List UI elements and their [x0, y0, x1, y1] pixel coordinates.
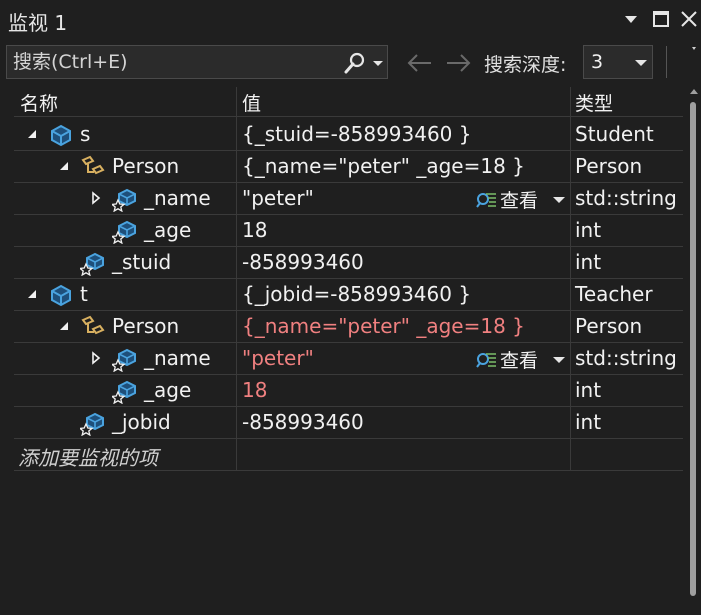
search-box[interactable] [6, 45, 388, 79]
watch-type: Person [575, 154, 643, 178]
protected-field-icon [112, 188, 136, 212]
watch-row[interactable]: _age 18 int [14, 215, 683, 247]
magnifier-icon [476, 193, 496, 208]
search-icon[interactable] [343, 51, 367, 75]
watch-value[interactable]: 18 [242, 378, 267, 402]
watch-value[interactable]: {_stuid=-858993460 } [242, 122, 472, 146]
watch-value[interactable]: "peter" [242, 346, 314, 370]
protected-field-icon [112, 380, 136, 404]
arrow-right-icon[interactable] [444, 50, 474, 76]
watch-type: Teacher [575, 282, 653, 306]
watch-name[interactable]: _name [144, 186, 211, 210]
scrollbar-thumb[interactable] [690, 102, 696, 596]
watch-type: Person [575, 314, 643, 338]
chevron-down-icon[interactable] [552, 353, 566, 367]
watch-value[interactable]: {_name="peter" _age=18 } [242, 154, 525, 178]
watch-name[interactable]: _jobid [112, 410, 171, 434]
watch-type: int [575, 410, 602, 434]
search-depth-label: 搜索深度: [484, 54, 567, 76]
watch-name[interactable]: _age [144, 378, 191, 402]
column-header-type[interactable]: 类型 [575, 89, 613, 116]
arrow-left-icon[interactable] [404, 50, 434, 76]
watch-name[interactable]: Person [112, 154, 179, 178]
search-depth-select[interactable]: 3 [583, 45, 653, 79]
watch-grid: 名称 值 类型 s {_stuid=-858993460 } Student Pers… [14, 87, 683, 615]
watch-row[interactable]: _age 18 int [14, 375, 683, 407]
maximize-icon[interactable] [650, 8, 672, 30]
watch-type: int [575, 250, 602, 274]
watch-name[interactable]: _age [144, 218, 191, 242]
watch-value[interactable]: {_jobid=-858993460 } [242, 282, 471, 306]
view-label: 查看 [500, 350, 539, 372]
watch-value[interactable]: -858993460 [242, 410, 364, 434]
watch-row[interactable]: s {_stuid=-858993460 } Student [14, 119, 683, 151]
watch-value[interactable]: {_name="peter" _age=18 } [242, 314, 525, 338]
close-icon[interactable] [678, 8, 700, 30]
search-depth-value: 3 [591, 51, 604, 73]
dropdown-arrow-icon[interactable] [620, 8, 642, 30]
chevron-down-icon[interactable] [371, 51, 385, 75]
watch-row[interactable]: t {_jobid=-858993460 } Teacher [14, 279, 683, 311]
title-bar: 监视 1 [0, 0, 701, 40]
watch-value[interactable]: 18 [242, 218, 267, 242]
expanded-triangle-icon[interactable] [24, 285, 40, 303]
toolbar-separator [666, 46, 667, 78]
protected-field-icon [112, 220, 136, 244]
protected-field-icon [80, 412, 104, 436]
watch-row[interactable]: Person {_name="peter" _age=18 } Person [14, 311, 683, 343]
visualizer-view-button[interactable]: 查看 [476, 187, 566, 212]
expanded-triangle-icon[interactable] [24, 125, 40, 143]
watch-type: Student [575, 122, 654, 146]
variable-icon [51, 284, 71, 307]
chevron-down-icon[interactable] [552, 193, 566, 207]
add-watch-row[interactable]: 添加要监视的项 [14, 439, 683, 471]
add-watch-placeholder[interactable]: 添加要监视的项 [18, 442, 158, 471]
variable-icon [51, 124, 71, 147]
search-input[interactable] [13, 48, 333, 76]
watch-type: int [575, 218, 602, 242]
visualizer-view-button[interactable]: 查看 [476, 347, 566, 372]
chevron-down-icon[interactable] [634, 51, 648, 73]
scroll-up-icon[interactable] [690, 88, 698, 94]
base-class-icon [81, 315, 105, 335]
watch-row[interactable]: _jobid -858993460 int [14, 407, 683, 439]
watch-value[interactable]: "peter" [242, 186, 314, 210]
toolbar-overflow-icon[interactable] [689, 44, 699, 56]
collapsed-triangle-icon[interactable] [88, 189, 104, 207]
protected-field-icon [80, 252, 104, 276]
column-header-name[interactable]: 名称 [20, 89, 58, 116]
watch-name[interactable]: s [80, 122, 90, 146]
vertical-scrollbar[interactable] [686, 88, 701, 615]
expanded-triangle-icon[interactable] [56, 157, 72, 175]
watch-name[interactable]: _stuid [112, 250, 171, 274]
watch-type: std::string [575, 346, 677, 370]
view-label: 查看 [500, 190, 539, 212]
column-header-value[interactable]: 值 [242, 89, 261, 116]
watch-row[interactable]: _name "peter" 查看 std::string [14, 343, 683, 375]
watch-name[interactable]: _name [144, 346, 211, 370]
collapsed-triangle-icon[interactable] [88, 349, 104, 367]
watch-type: std::string [575, 186, 677, 210]
protected-field-icon [112, 348, 136, 372]
watch-name[interactable]: Person [112, 314, 179, 338]
base-class-icon [81, 155, 105, 175]
watch-toolbar: 搜索深度: 3 [0, 40, 701, 88]
watch-row[interactable]: Person {_name="peter" _age=18 } Person [14, 151, 683, 183]
watch-row[interactable]: _name "peter" 查看 std::string [14, 183, 683, 215]
watch-name[interactable]: t [80, 282, 88, 306]
magnifier-icon [476, 353, 496, 368]
watch-row[interactable]: _stuid -858993460 int [14, 247, 683, 279]
watch-value[interactable]: -858993460 [242, 250, 364, 274]
expanded-triangle-icon[interactable] [56, 317, 72, 335]
grid-header: 名称 值 类型 [14, 87, 683, 117]
window-title: 监视 1 [8, 11, 68, 35]
watch-type: int [575, 378, 602, 402]
